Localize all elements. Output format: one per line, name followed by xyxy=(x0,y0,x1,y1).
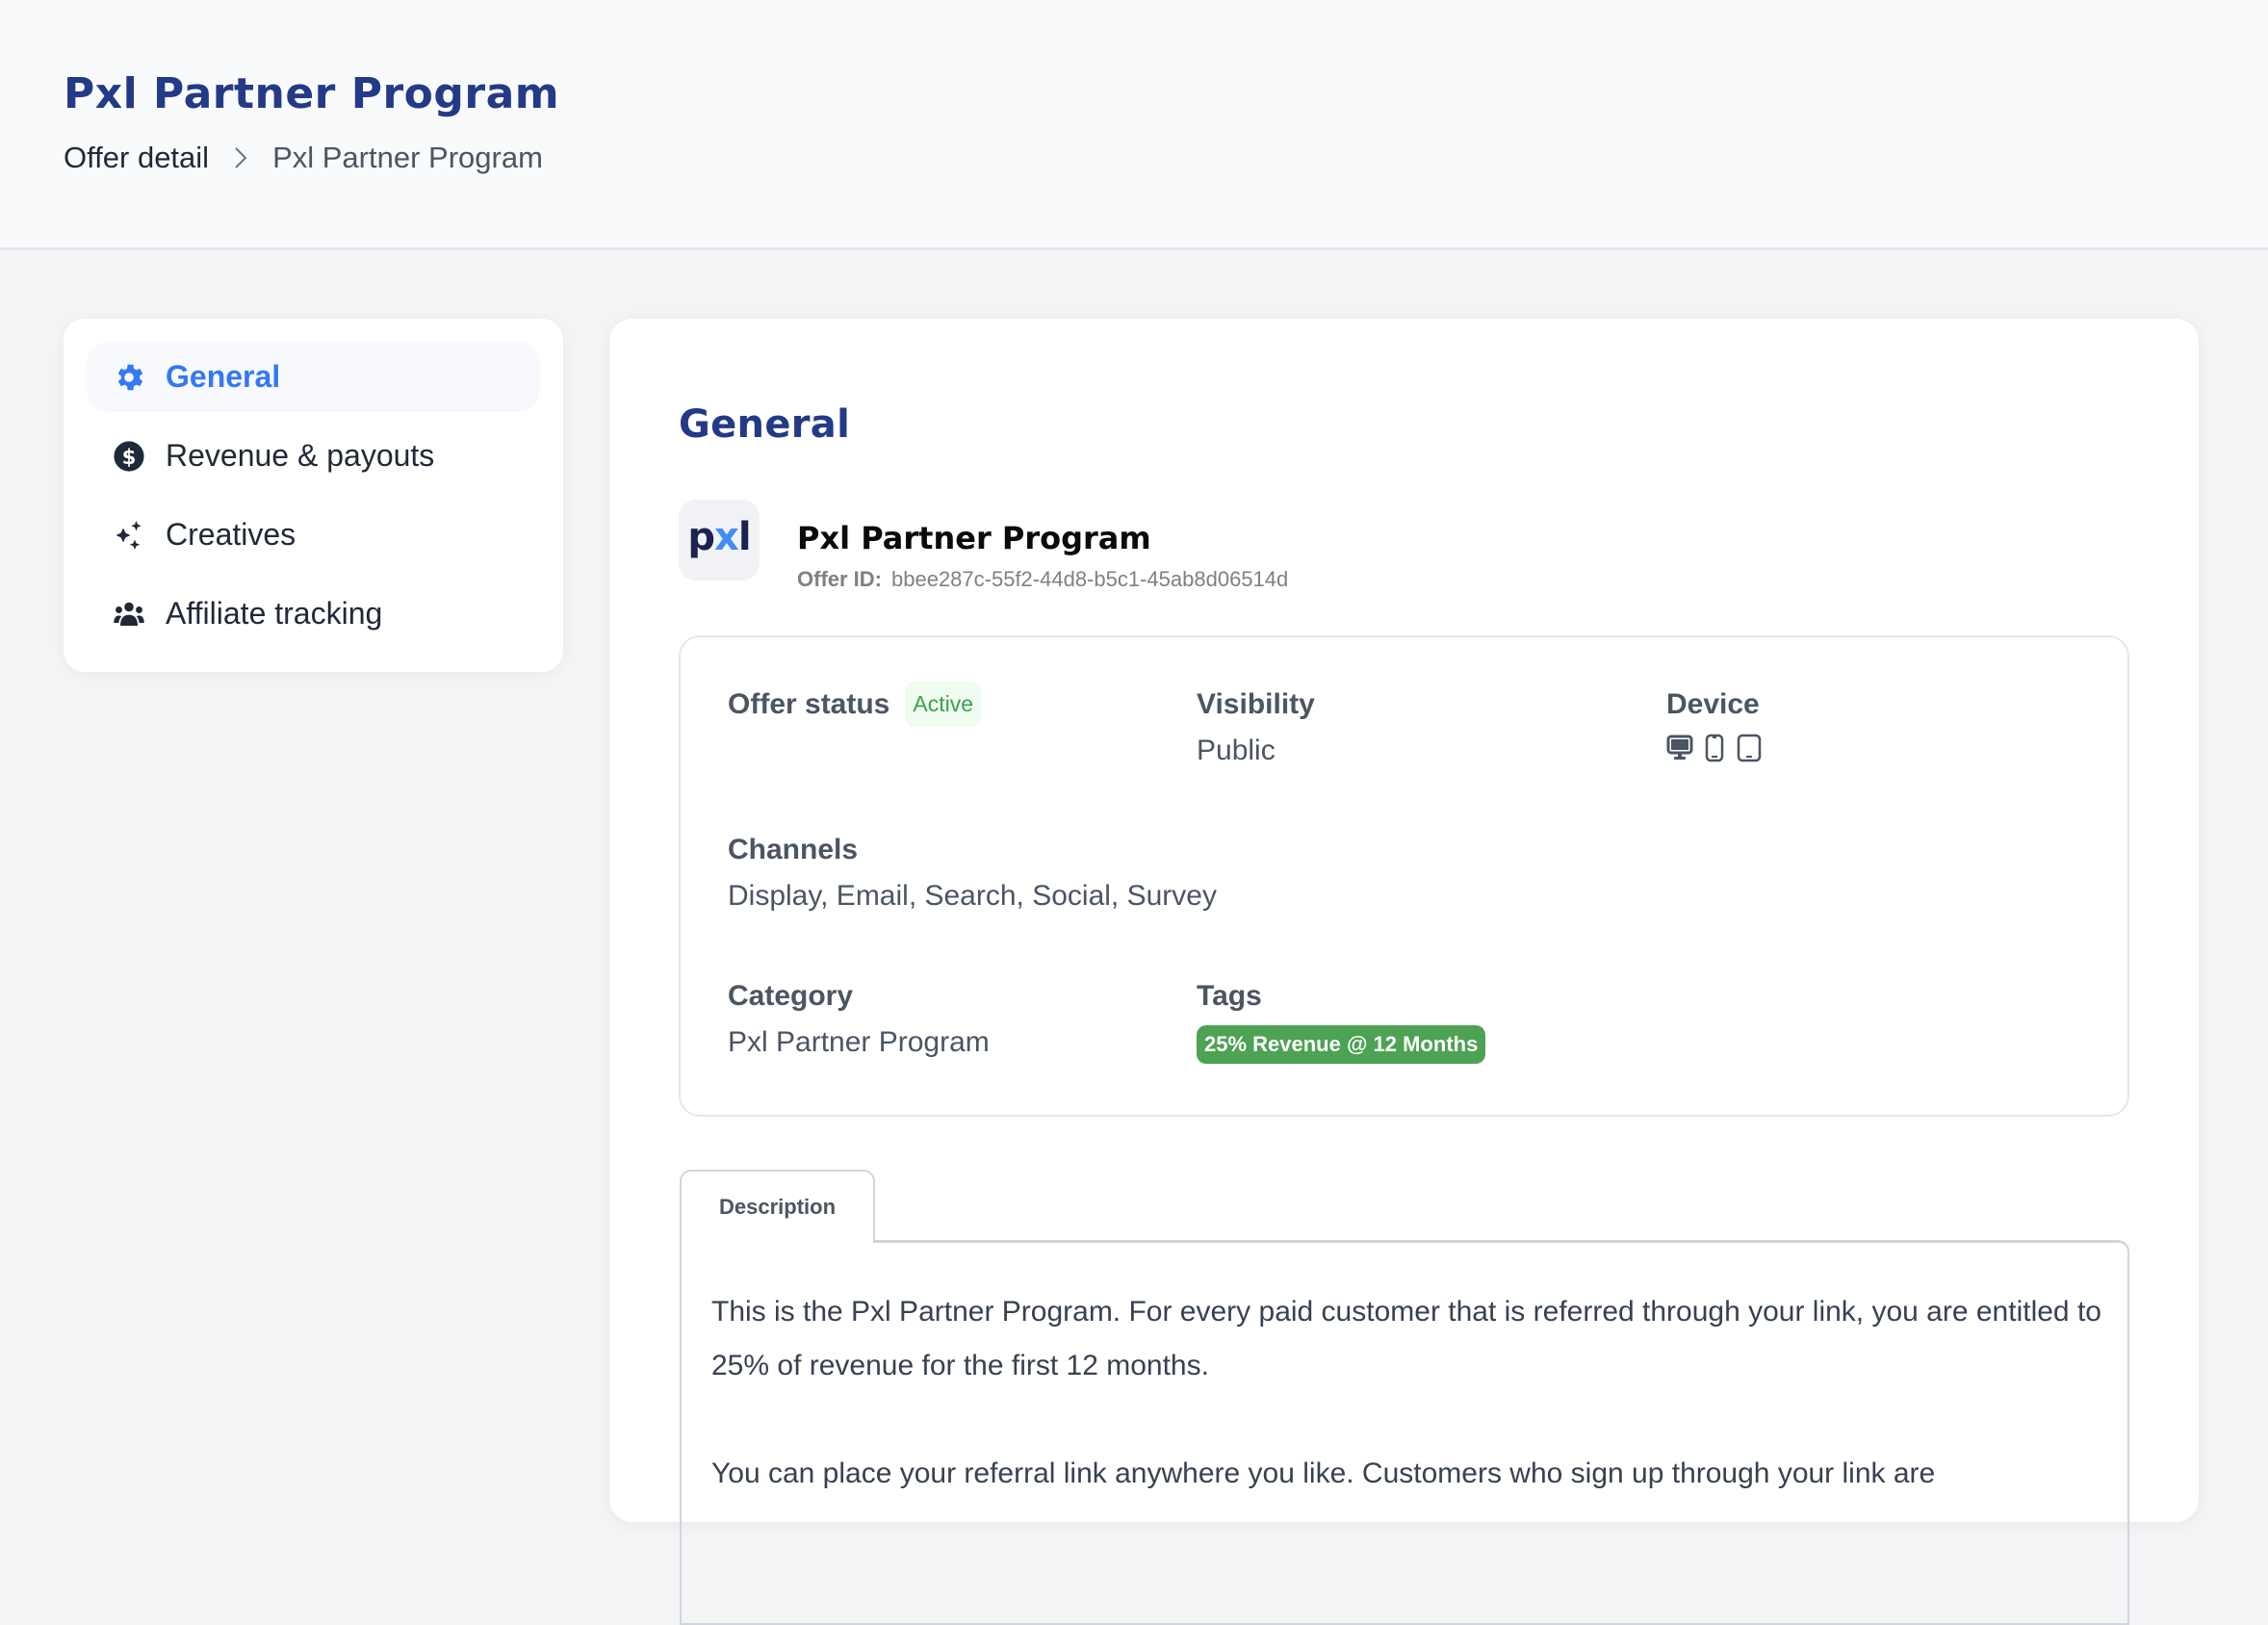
offer-status-field: Offer status Active xyxy=(728,682,982,727)
channels-field: Channels Display, Email, Search, Social,… xyxy=(728,831,1217,916)
offer-details-box: Offer status Active Visibility Public De… xyxy=(679,635,2129,1117)
logo-letter: x xyxy=(714,515,739,559)
offer-id-value: bbee287c-55f2-44d8-b5c1-45ab8d06514d xyxy=(891,567,1289,591)
sidebar: General $ Revenue & payouts Creatives Af… xyxy=(64,319,563,672)
offer-status-label: Offer status xyxy=(728,687,890,720)
svg-text:$: $ xyxy=(122,445,137,469)
visibility-field: Visibility Public xyxy=(1197,685,1315,770)
sidebar-item-label: Creatives xyxy=(166,517,296,552)
description-text: This is the Pxl Partner Program. For eve… xyxy=(711,1285,2107,1555)
main-card: General pxl Pxl Partner Program Offer ID… xyxy=(609,319,2199,1625)
status-badge: Active xyxy=(905,682,982,727)
page-header: Pxl Partner Program Offer detail Pxl Par… xyxy=(0,0,2268,250)
channels-value: Display, Email, Search, Social, Survey xyxy=(728,880,1217,912)
logo-letter: p xyxy=(687,515,715,559)
breadcrumb-offer-detail[interactable]: Offer detail xyxy=(64,139,209,177)
offer-id: Offer ID: bbee287c-55f2-44d8-b5c1-45ab8d0… xyxy=(797,565,1288,594)
offer-name: Pxl Partner Program xyxy=(797,520,1151,556)
sidebar-item-revenue-payouts[interactable]: $ Revenue & payouts xyxy=(87,421,540,491)
desktop-icon xyxy=(1666,734,1693,762)
tab-connector xyxy=(682,1239,873,1245)
offer-id-label: Offer ID: xyxy=(797,567,882,591)
tags-field: Tags 25% Revenue @ 12 Months xyxy=(1197,977,1486,1064)
tag-badge: 25% Revenue @ 12 Months xyxy=(1197,1025,1486,1064)
breadcrumb-current: Pxl Partner Program xyxy=(272,141,543,174)
sidebar-item-label: General xyxy=(166,359,281,394)
sidebar-item-label: Revenue & payouts xyxy=(166,438,435,473)
logo-letter: l xyxy=(737,515,752,559)
chevron-right-icon xyxy=(209,146,272,169)
tags-label: Tags xyxy=(1197,980,1262,1012)
sidebar-item-label: Affiliate tracking xyxy=(166,596,383,631)
dollar-circle-icon: $ xyxy=(112,439,146,474)
visibility-label: Visibility xyxy=(1197,688,1315,720)
page-title: Pxl Partner Program xyxy=(64,69,560,118)
breadcrumb: Offer detail Pxl Partner Program xyxy=(64,139,543,177)
category-field: Category Pxl Partner Program xyxy=(728,977,990,1062)
gear-icon xyxy=(112,360,146,395)
description-paragraph: This is the Pxl Partner Program. For eve… xyxy=(711,1296,2101,1381)
device-field: Device xyxy=(1666,685,1763,762)
channels-label: Channels xyxy=(728,834,859,865)
users-icon xyxy=(112,597,146,632)
tablet-icon xyxy=(1736,734,1763,762)
mobile-icon xyxy=(1703,734,1726,762)
visibility-value: Public xyxy=(1197,735,1276,766)
offer-logo: pxl xyxy=(679,500,760,580)
device-label: Device xyxy=(1666,688,1760,720)
sidebar-item-creatives[interactable]: Creatives xyxy=(87,500,540,570)
sidebar-item-general[interactable]: General xyxy=(87,342,540,412)
sparkles-icon xyxy=(112,518,146,553)
category-label: Category xyxy=(728,980,854,1012)
category-value: Pxl Partner Program xyxy=(728,1026,990,1058)
device-icons xyxy=(1666,734,1763,762)
tab-description[interactable]: Description xyxy=(680,1170,875,1243)
description-paragraph: You can place your referral link anywher… xyxy=(711,1457,1936,1489)
sidebar-item-affiliate-tracking[interactable]: Affiliate tracking xyxy=(87,579,540,649)
section-title: General xyxy=(679,402,851,447)
